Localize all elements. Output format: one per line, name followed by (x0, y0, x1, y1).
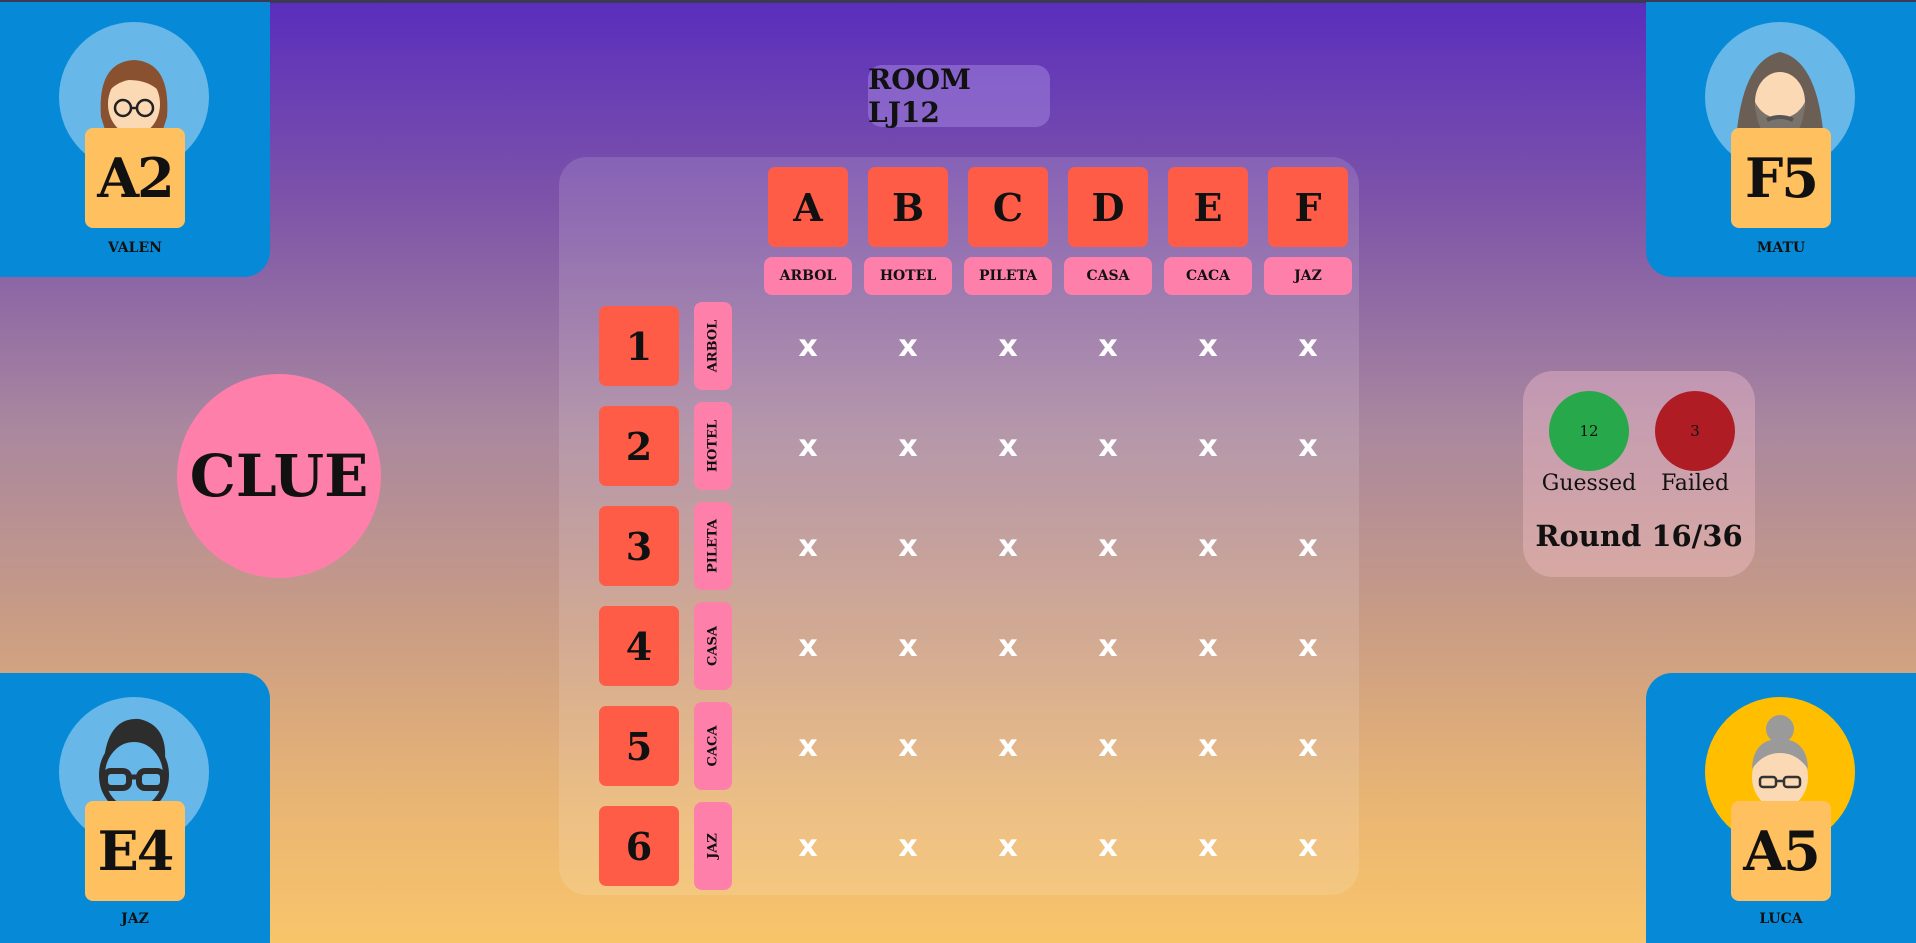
row-word-label: PILETA (705, 519, 721, 573)
row-word-label: JAZ (705, 833, 721, 859)
column-header-e: E (1168, 167, 1248, 247)
board-cell[interactable]: x (978, 726, 1038, 766)
player-name: LUCA (1759, 911, 1803, 927)
board-cell[interactable]: x (978, 626, 1038, 666)
board-cell[interactable]: x (778, 726, 838, 766)
row-word: CASA (694, 602, 732, 690)
guessed-count: 12 (1549, 391, 1629, 471)
board-cell[interactable]: x (1078, 826, 1138, 866)
failed-label: Failed (1660, 471, 1730, 496)
board-cell[interactable]: x (978, 326, 1038, 366)
player-name: JAZ (121, 911, 149, 927)
guessed-label: Guessed (1541, 471, 1637, 496)
row-header-3: 3 (599, 506, 679, 586)
board-cell[interactable]: x (778, 626, 838, 666)
player-panel-jaz: E4 JAZ (0, 673, 270, 943)
board-cell[interactable]: x (1078, 726, 1138, 766)
column-word: JAZ (1264, 257, 1352, 295)
row-word: JAZ (694, 802, 732, 890)
player-panel-valen: A2 VALEN (0, 2, 270, 277)
row-word-label: HOTEL (705, 419, 721, 473)
board-cell[interactable]: x (878, 726, 938, 766)
board-cell[interactable]: x (1078, 326, 1138, 366)
row-header-1: 1 (599, 306, 679, 386)
player-panel-matu: F5 MATU (1646, 2, 1916, 277)
column-header-d: D (1068, 167, 1148, 247)
board-cell[interactable]: x (878, 426, 938, 466)
score-panel: 12 3 Guessed Failed Round 16/36 (1523, 371, 1755, 577)
row-word: ARBOL (694, 302, 732, 390)
board-cell[interactable]: x (1178, 826, 1238, 866)
board-cell[interactable]: x (1078, 526, 1138, 566)
column-word: ARBOL (764, 257, 852, 295)
player-card: F5 (1731, 128, 1831, 228)
column-word: CACA (1164, 257, 1252, 295)
row-word-label: CASA (705, 626, 721, 666)
board-cell[interactable]: x (1178, 526, 1238, 566)
player-card: A5 (1731, 801, 1831, 901)
board-cell[interactable]: x (1278, 526, 1338, 566)
row-header-2: 2 (599, 406, 679, 486)
board-cell[interactable]: x (1178, 726, 1238, 766)
row-header-4: 4 (599, 606, 679, 686)
row-word: HOTEL (694, 402, 732, 490)
column-header-f: F (1268, 167, 1348, 247)
column-header-b: B (868, 167, 948, 247)
round-indicator: Round 16/36 (1535, 519, 1743, 553)
board-cell[interactable]: x (1178, 426, 1238, 466)
row-header-5: 5 (599, 706, 679, 786)
board-cell[interactable]: x (978, 426, 1038, 466)
player-card: A2 (85, 128, 185, 228)
board-cell[interactable]: x (878, 326, 938, 366)
player-panel-luca: A5 LUCA (1646, 673, 1916, 943)
board-cell[interactable]: x (878, 526, 938, 566)
board-cell[interactable]: x (778, 326, 838, 366)
board-cell[interactable]: x (978, 826, 1038, 866)
failed-count: 3 (1655, 391, 1735, 471)
board-cell[interactable]: x (878, 626, 938, 666)
column-word: CASA (1064, 257, 1152, 295)
row-word: PILETA (694, 502, 732, 590)
board-cell[interactable]: x (1278, 826, 1338, 866)
column-word: PILETA (964, 257, 1052, 295)
row-header-6: 6 (599, 806, 679, 886)
column-header-a: A (768, 167, 848, 247)
board-cell[interactable]: x (978, 526, 1038, 566)
board-cell[interactable]: x (1278, 726, 1338, 766)
board-cell[interactable]: x (1178, 626, 1238, 666)
row-word: CACA (694, 702, 732, 790)
board-cell[interactable]: x (1078, 426, 1138, 466)
top-border (0, 0, 1916, 3)
board-cell[interactable]: x (778, 526, 838, 566)
column-header-c: C (968, 167, 1048, 247)
board-cell[interactable]: x (1178, 326, 1238, 366)
board-cell[interactable]: x (1078, 626, 1138, 666)
row-word-label: ARBOL (705, 319, 721, 373)
player-name: VALEN (108, 240, 162, 256)
board-cell[interactable]: x (1278, 626, 1338, 666)
board-cell[interactable]: x (778, 826, 838, 866)
player-name: MATU (1756, 240, 1806, 256)
clue-button[interactable]: CLUE (177, 374, 381, 578)
board-cell[interactable]: x (778, 426, 838, 466)
board-cell[interactable]: x (1278, 426, 1338, 466)
row-word-label: CACA (705, 725, 721, 767)
column-word: HOTEL (864, 257, 952, 295)
board-cell[interactable]: x (878, 826, 938, 866)
board-cell[interactable]: x (1278, 326, 1338, 366)
player-card: E4 (85, 801, 185, 901)
room-title: ROOM LJ12 (868, 63, 1050, 129)
